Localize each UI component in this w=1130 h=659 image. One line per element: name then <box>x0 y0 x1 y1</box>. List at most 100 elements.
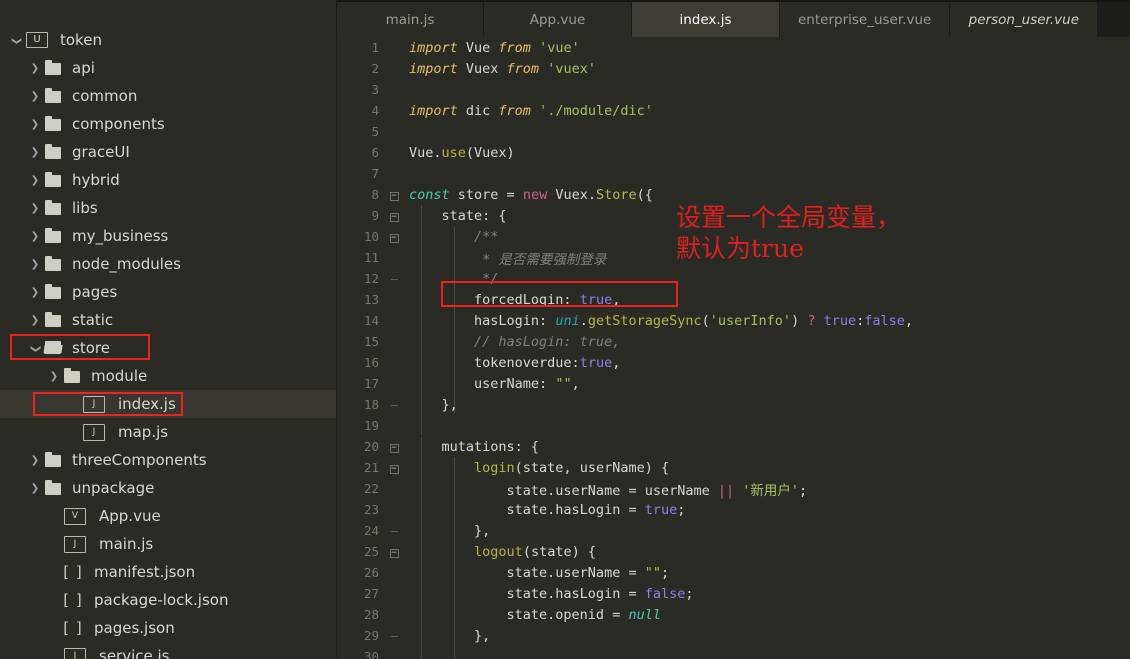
code-content-area[interactable]: 1 import Vue from 'vue' 2 import Vuex from … <box>336 37 1130 659</box>
tree-item-my-business[interactable]: my_business <box>0 222 336 250</box>
code-text: // hasLogin: true, <box>409 333 621 350</box>
chevron-right-icon[interactable] <box>27 286 43 298</box>
fold-collapse-icon[interactable]: − <box>385 462 403 474</box>
tree-item-app-vue[interactable]: V App.vue <box>0 502 336 530</box>
code-line[interactable]: 7 <box>337 163 1130 184</box>
chevron-right-icon[interactable] <box>27 258 43 270</box>
code-line[interactable]: 6 Vue.use(Vuex) <box>337 142 1130 163</box>
tree-item-pages-json[interactable]: [ ] pages.json <box>0 614 336 642</box>
chevron-right-icon[interactable] <box>27 314 43 326</box>
line-number: 13 <box>363 292 379 307</box>
line-number: 3 <box>371 82 379 97</box>
code-line[interactable]: 11 * 是否需要强制登录 <box>337 247 1130 268</box>
tree-item-graceui[interactable]: graceUI <box>0 138 336 166</box>
code-line[interactable]: 4 import dic from './module/dic' <box>337 100 1130 121</box>
code-line[interactable]: 2 import Vuex from 'vuex' <box>337 58 1130 79</box>
file-tree[interactable]: Utoken api common components graceUI hybrid li… <box>0 26 336 659</box>
tree-item-module[interactable]: module <box>0 362 336 390</box>
fold-collapse-icon[interactable]: − <box>385 210 403 222</box>
code-line[interactable]: 20− mutations: { <box>337 436 1130 457</box>
line-number: 28 <box>363 607 379 622</box>
tree-item-package-lock-json[interactable]: [ ] package-lock.json <box>0 586 336 614</box>
chevron-right-icon[interactable] <box>27 62 43 74</box>
code-line[interactable]: 23 state.hasLogin = true; <box>337 499 1130 520</box>
code-line[interactable]: 16 tokenoverdue:true, <box>337 352 1130 373</box>
tree-item-index-js[interactable]: Jindex.js <box>0 390 336 418</box>
chevron-right-icon[interactable] <box>27 174 43 186</box>
code-line[interactable]: 14 hasLogin: uni.getStorageSync('userInf… <box>337 310 1130 331</box>
editor-tab-enterprise-user-vue[interactable]: enterprise_user.vue <box>780 2 951 37</box>
code-text: hasLogin: uni.getStorageSync('userInfo')… <box>409 312 914 329</box>
tree-item-static[interactable]: static <box>0 306 336 334</box>
code-line[interactable]: 3 <box>337 79 1130 100</box>
line-number: 30 <box>363 649 379 659</box>
code-line[interactable]: 19 <box>337 415 1130 436</box>
tree-item-common[interactable]: common <box>0 82 336 110</box>
tree-item-libs[interactable]: libs <box>0 194 336 222</box>
folder-icon <box>43 284 65 300</box>
code-line[interactable]: 29 }, <box>337 625 1130 646</box>
tree-item-unpackage[interactable]: unpackage <box>0 474 336 502</box>
chevron-right-icon[interactable] <box>27 90 43 102</box>
js-file-icon: J <box>83 423 105 441</box>
fold-collapse-icon[interactable]: − <box>385 231 403 243</box>
fold-collapse-icon[interactable]: − <box>385 546 403 558</box>
tab-label: person_user.vue <box>968 11 1080 28</box>
chevron-right-icon[interactable] <box>27 454 43 466</box>
chevron-down-icon[interactable] <box>8 34 24 46</box>
editor-tab-bar[interactable]: main.js App.vue index.js enterprise_user.vu… <box>336 0 1130 37</box>
chevron-right-icon[interactable] <box>27 230 43 242</box>
project-explorer-sidebar[interactable]: Utoken api common components graceUI hybrid li… <box>0 0 336 659</box>
tree-item-node-modules[interactable]: node_modules <box>0 250 336 278</box>
code-line[interactable]: 25− logout(state) { <box>337 541 1130 562</box>
chevron-right-icon[interactable] <box>27 146 43 158</box>
code-line[interactable]: 12 */ <box>337 268 1130 289</box>
tree-item-token[interactable]: Utoken <box>0 26 336 54</box>
code-line[interactable]: 18 }, <box>337 394 1130 415</box>
code-line[interactable]: 5 <box>337 121 1130 142</box>
folder-icon <box>43 200 65 216</box>
chevron-right-icon[interactable] <box>27 118 43 130</box>
tree-item-service-js[interactable]: Jservice.js <box>0 642 336 659</box>
tree-item-pages[interactable]: pages <box>0 278 336 306</box>
folder-icon <box>43 228 65 244</box>
editor-tab-main-js[interactable]: main.js <box>336 2 484 37</box>
code-text: state.userName = ""; <box>409 564 670 581</box>
chevron-right-icon[interactable] <box>27 482 43 494</box>
tree-item-threecomponents[interactable]: threeComponents <box>0 446 336 474</box>
code-line[interactable]: 9− state: { <box>337 205 1130 226</box>
tree-item-map-js[interactable]: Jmap.js <box>0 418 336 446</box>
fold-collapse-icon[interactable]: − <box>385 441 403 453</box>
code-line[interactable]: 28 state.openid = null <box>337 604 1130 625</box>
code-line[interactable]: 10− /** <box>337 226 1130 247</box>
chevron-right-icon[interactable] <box>27 202 43 214</box>
chevron-down-icon[interactable] <box>27 342 43 354</box>
tree-item-label: graceUI <box>72 143 130 161</box>
code-text: import Vue from 'vue' <box>409 39 580 56</box>
code-text: /** <box>409 228 499 245</box>
code-line[interactable]: 17 userName: "", <box>337 373 1130 394</box>
chevron-right-icon[interactable] <box>46 370 62 382</box>
code-line[interactable]: 22 state.userName = userName || '新用户'; <box>337 478 1130 499</box>
code-line[interactable]: 1 import Vue from 'vue' <box>337 37 1130 58</box>
fold-collapse-icon[interactable]: − <box>385 189 403 201</box>
tree-item-components[interactable]: components <box>0 110 336 138</box>
editor-tab-app-vue[interactable]: App.vue <box>484 2 632 37</box>
code-line[interactable]: 27 state.hasLogin = false; <box>337 583 1130 604</box>
code-line[interactable]: 8− const store = new Vuex.Store({ <box>337 184 1130 205</box>
editor-tab-person-user-vue[interactable]: person_user.vue <box>950 2 1099 37</box>
tree-item-main-js[interactable]: Jmain.js <box>0 530 336 558</box>
code-line[interactable]: 15 // hasLogin: true, <box>337 331 1130 352</box>
code-lines[interactable]: 1 import Vue from 'vue' 2 import Vuex from … <box>337 37 1130 659</box>
tree-item-api[interactable]: api <box>0 54 336 82</box>
code-line[interactable]: 30 <box>337 646 1130 659</box>
code-line[interactable]: 26 state.userName = ""; <box>337 562 1130 583</box>
tree-item-label: token <box>60 31 102 49</box>
tree-item-hybrid[interactable]: hybrid <box>0 166 336 194</box>
code-line[interactable]: 24 }, <box>337 520 1130 541</box>
editor-tab-index-js[interactable]: index.js <box>632 2 780 37</box>
tree-item-manifest-json[interactable]: [ ] manifest.json <box>0 558 336 586</box>
tree-item-store[interactable]: store <box>0 334 336 362</box>
code-line[interactable]: 21− login(state, userName) { <box>337 457 1130 478</box>
code-line[interactable]: 13 forcedLogin: true, <box>337 289 1130 310</box>
